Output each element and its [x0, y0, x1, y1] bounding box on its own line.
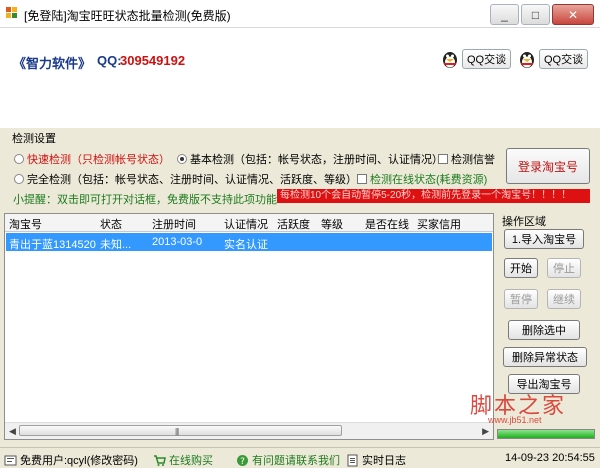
qq-chat-button-2[interactable]: QQ交谈 [517, 48, 589, 70]
full-check-radio[interactable]: 完全检测（包括：帐号状态、注册时间、认证情况、活跃度、等级） [14, 171, 357, 187]
status-bar: 免费用户:qcyl(修改密码) 在线购买 ? 有问题请联系我们 实时日志 14-… [0, 447, 600, 468]
table-header: 淘宝号 状态 注册时间 认证情况 活跃度 等级 是否在线 买家信用 [5, 214, 493, 232]
import-accounts-button[interactable]: 1.导入淘宝号 [504, 229, 584, 249]
column-header-activity[interactable]: 活跃度 [277, 216, 310, 232]
check-credit-label: 检测信誉 [451, 154, 495, 166]
checkbox-indicator [438, 154, 448, 164]
scroll-right-arrow-icon[interactable]: ▶ [482, 426, 489, 437]
buy-online-link[interactable]: 在线购买 [153, 452, 213, 468]
full-check-label: 完全检测（包括：帐号状态、注册时间、认证情况、活跃度、等级） [27, 174, 357, 186]
resume-button[interactable]: 继续 [547, 289, 581, 309]
check-credit-checkbox[interactable]: 检测信誉 [438, 151, 495, 167]
realtime-log-label: 实时日志 [362, 455, 406, 467]
delete-selected-button[interactable]: 删除选中 [508, 320, 580, 340]
radio-indicator-selected [177, 154, 187, 164]
table-row[interactable]: 青出于蓝1314520 未知... 2013-03-0 实名认证 [6, 233, 492, 251]
login-taobao-button[interactable]: 登录淘宝号 [506, 148, 590, 184]
window-title: [免登陆]淘宝旺旺状态批量检测(免费版) [24, 9, 231, 23]
basic-check-radio[interactable]: 基本检测（包括：帐号状态，注册时间、认证情况） [177, 151, 443, 167]
quick-check-radio[interactable]: 快速检测（只检测帐号状态） [14, 151, 170, 167]
app-icon [6, 7, 17, 18]
realtime-log-link[interactable]: 实时日志 [346, 452, 406, 468]
progress-fill [498, 430, 594, 438]
checkbox-indicator [357, 174, 367, 184]
qq-penguin-icon [443, 52, 457, 68]
quick-check-label: 快速检测（只检测帐号状态） [27, 154, 170, 166]
column-header-online[interactable]: 是否在线 [365, 216, 409, 232]
user-status[interactable]: 免费用户:qcyl(修改密码) [4, 452, 138, 468]
brand-name: 《智力软件》 [13, 56, 92, 71]
operations-title: 操作区域 [502, 216, 546, 228]
contact-link[interactable]: ? 有问题请联系我们 [236, 452, 340, 468]
scrollbar-thumb[interactable]: ||| [19, 425, 342, 436]
column-header-verification[interactable]: 认证情况 [224, 216, 268, 232]
svg-text:?: ? [240, 457, 245, 467]
user-label: 免费用户:qcyl(修改密码) [20, 455, 138, 467]
tip-text: 小提醒：双击即可打开对话框，免费版不支持此项功能 [13, 194, 277, 206]
cell-status: 未知... [100, 239, 132, 251]
brand-header: 《智力软件》 QQ: 309549192 QQ交谈 QQ交谈 [0, 28, 600, 128]
help-icon: ? [237, 454, 248, 467]
basic-check-label: 基本检测（包括：帐号状态，注册时间、认证情况） [190, 154, 443, 166]
cell-register-time: 2013-03-0 [152, 236, 203, 248]
qq-chat-label-2: QQ交谈 [539, 49, 589, 69]
start-button[interactable]: 开始 [504, 258, 538, 278]
user-icon [4, 455, 17, 465]
check-online-label: 检测在线状态(耗费资源) [370, 174, 488, 186]
log-icon [347, 454, 358, 466]
scrollbar-grip-icon: ||| [175, 427, 179, 436]
buy-online-label: 在线购买 [169, 455, 213, 467]
radio-indicator [14, 174, 24, 184]
qq-number: 309549192 [120, 53, 186, 68]
title-bar: [免登陆]淘宝旺旺状态批量检测(免费版) _ □ ✕ [0, 0, 600, 28]
cart-icon [154, 454, 166, 466]
close-button[interactable]: ✕ [552, 4, 594, 25]
column-header-register-time[interactable]: 注册时间 [152, 216, 196, 232]
radio-indicator [14, 154, 24, 164]
notice-marquee: 每检测10个会自动暂停5-20秒，检测前先登录一个淘宝号！！！！ [277, 189, 590, 203]
stop-button[interactable]: 停止 [547, 258, 581, 278]
qq-label: QQ: [97, 53, 122, 68]
pause-button[interactable]: 暂停 [504, 289, 538, 309]
datetime-display: 14-09-23 20:54:55 [505, 452, 595, 464]
results-table[interactable]: 淘宝号 状态 注册时间 认证情况 活跃度 等级 是否在线 买家信用 青出于蓝13… [4, 213, 494, 440]
cell-account: 青出于蓝1314520 [9, 239, 96, 251]
column-header-level[interactable]: 等级 [321, 216, 343, 232]
column-header-account[interactable]: 淘宝号 [9, 216, 42, 232]
minimize-button[interactable]: _ [490, 4, 519, 25]
watermark-url: www.jb51.net [488, 415, 542, 425]
delete-abnormal-button[interactable]: 删除异常状态 [503, 347, 587, 367]
horizontal-scrollbar[interactable]: ◀ ||| ▶ [5, 422, 493, 439]
cell-verification: 实名认证 [224, 239, 268, 251]
maximize-button[interactable]: □ [521, 4, 550, 25]
qq-chat-label-1: QQ交谈 [462, 49, 512, 69]
qq-penguin-icon [520, 52, 534, 68]
progress-bar [497, 429, 595, 439]
settings-group-title: 检测设置 [12, 133, 56, 145]
qq-chat-button-1[interactable]: QQ交谈 [440, 48, 512, 70]
contact-label: 有问题请联系我们 [252, 455, 340, 467]
check-online-checkbox[interactable]: 检测在线状态(耗费资源) [357, 171, 487, 187]
column-header-status[interactable]: 状态 [100, 216, 122, 232]
column-header-buyer-credit[interactable]: 买家信用 [417, 216, 461, 232]
scroll-left-arrow-icon[interactable]: ◀ [9, 426, 16, 437]
